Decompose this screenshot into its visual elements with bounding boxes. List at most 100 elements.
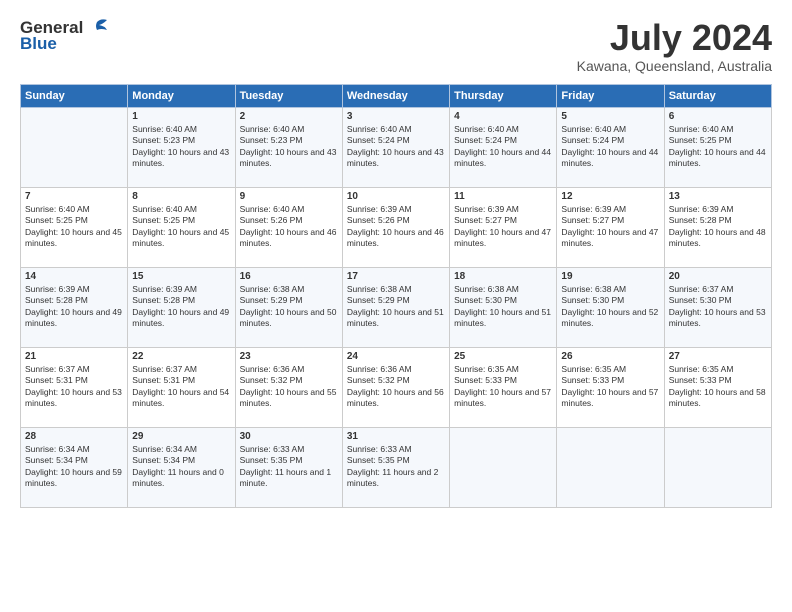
day-number: 25: [454, 351, 552, 362]
table-row: 17 Sunrise: 6:38 AMSunset: 5:29 PMDayligh…: [342, 267, 449, 347]
table-row: 21 Sunrise: 6:37 AMSunset: 5:31 PMDayligh…: [21, 347, 128, 427]
day-info: Sunrise: 6:34 AMSunset: 5:34 PMDaylight:…: [132, 444, 230, 490]
day-info: Sunrise: 6:37 AMSunset: 5:31 PMDaylight:…: [25, 364, 123, 410]
day-number: 7: [25, 191, 123, 202]
header-sunday: Sunday: [21, 84, 128, 107]
table-row: 9 Sunrise: 6:40 AMSunset: 5:26 PMDaylight…: [235, 187, 342, 267]
day-number: 13: [669, 191, 767, 202]
calendar-week-row: 1 Sunrise: 6:40 AMSunset: 5:23 PMDaylight…: [21, 107, 772, 187]
table-row: 30 Sunrise: 6:33 AMSunset: 5:35 PMDayligh…: [235, 427, 342, 507]
header-thursday: Thursday: [450, 84, 557, 107]
day-number: 21: [25, 351, 123, 362]
day-info: Sunrise: 6:36 AMSunset: 5:32 PMDaylight:…: [347, 364, 445, 410]
calendar-table: Sunday Monday Tuesday Wednesday Thursday…: [20, 84, 772, 508]
day-info: Sunrise: 6:35 AMSunset: 5:33 PMDaylight:…: [669, 364, 767, 410]
table-row: 1 Sunrise: 6:40 AMSunset: 5:23 PMDaylight…: [128, 107, 235, 187]
day-number: 26: [561, 351, 659, 362]
day-number: 22: [132, 351, 230, 362]
calendar-week-row: 14 Sunrise: 6:39 AMSunset: 5:28 PMDayligh…: [21, 267, 772, 347]
day-info: Sunrise: 6:33 AMSunset: 5:35 PMDaylight:…: [347, 444, 445, 490]
table-row: 28 Sunrise: 6:34 AMSunset: 5:34 PMDayligh…: [21, 427, 128, 507]
day-info: Sunrise: 6:40 AMSunset: 5:25 PMDaylight:…: [132, 204, 230, 250]
header: General Blue July 2024 Kawana, Queenslan…: [20, 18, 772, 74]
table-row: 19 Sunrise: 6:38 AMSunset: 5:30 PMDayligh…: [557, 267, 664, 347]
day-number: 12: [561, 191, 659, 202]
table-row: 11 Sunrise: 6:39 AMSunset: 5:27 PMDayligh…: [450, 187, 557, 267]
logo: General Blue: [20, 18, 109, 54]
day-info: Sunrise: 6:40 AMSunset: 5:24 PMDaylight:…: [561, 124, 659, 170]
table-row: 26 Sunrise: 6:35 AMSunset: 5:33 PMDayligh…: [557, 347, 664, 427]
day-number: 2: [240, 111, 338, 122]
logo-blue-text: Blue: [20, 34, 57, 54]
day-info: Sunrise: 6:39 AMSunset: 5:27 PMDaylight:…: [561, 204, 659, 250]
day-info: Sunrise: 6:38 AMSunset: 5:29 PMDaylight:…: [240, 284, 338, 330]
month-year-title: July 2024: [577, 18, 772, 58]
day-info: Sunrise: 6:39 AMSunset: 5:28 PMDaylight:…: [132, 284, 230, 330]
table-row: 8Sunrise: 6:40 AMSunset: 5:25 PMDaylight…: [128, 187, 235, 267]
day-number: 23: [240, 351, 338, 362]
day-info: Sunrise: 6:40 AMSunset: 5:24 PMDaylight:…: [347, 124, 445, 170]
header-monday: Monday: [128, 84, 235, 107]
day-info: Sunrise: 6:36 AMSunset: 5:32 PMDaylight:…: [240, 364, 338, 410]
day-number: 20: [669, 271, 767, 282]
calendar-week-row: 28 Sunrise: 6:34 AMSunset: 5:34 PMDayligh…: [21, 427, 772, 507]
day-info: Sunrise: 6:40 AMSunset: 5:24 PMDaylight:…: [454, 124, 552, 170]
header-row: Sunday Monday Tuesday Wednesday Thursday…: [21, 84, 772, 107]
day-number: 6: [669, 111, 767, 122]
day-info: Sunrise: 6:33 AMSunset: 5:35 PMDaylight:…: [240, 444, 338, 490]
day-number: 14: [25, 271, 123, 282]
day-number: 19: [561, 271, 659, 282]
table-row: 16 Sunrise: 6:38 AMSunset: 5:29 PMDayligh…: [235, 267, 342, 347]
day-number: 3: [347, 111, 445, 122]
day-info: Sunrise: 6:34 AMSunset: 5:34 PMDaylight:…: [25, 444, 123, 490]
day-number: 5: [561, 111, 659, 122]
header-wednesday: Wednesday: [342, 84, 449, 107]
table-row: 24 Sunrise: 6:36 AMSunset: 5:32 PMDayligh…: [342, 347, 449, 427]
day-number: 1: [132, 111, 230, 122]
calendar-page: General Blue July 2024 Kawana, Queenslan…: [0, 0, 792, 612]
day-info: Sunrise: 6:38 AMSunset: 5:30 PMDaylight:…: [454, 284, 552, 330]
day-number: 11: [454, 191, 552, 202]
day-number: 10: [347, 191, 445, 202]
day-number: 30: [240, 431, 338, 442]
day-number: 24: [347, 351, 445, 362]
day-number: 9: [240, 191, 338, 202]
table-row: 5 Sunrise: 6:40 AMSunset: 5:24 PMDaylight…: [557, 107, 664, 187]
day-number: 29: [132, 431, 230, 442]
day-info: Sunrise: 6:40 AMSunset: 5:26 PMDaylight:…: [240, 204, 338, 250]
calendar-week-row: 21 Sunrise: 6:37 AMSunset: 5:31 PMDayligh…: [21, 347, 772, 427]
day-info: Sunrise: 6:38 AMSunset: 5:29 PMDaylight:…: [347, 284, 445, 330]
header-tuesday: Tuesday: [235, 84, 342, 107]
table-row: 31 Sunrise: 6:33 AMSunset: 5:35 PMDayligh…: [342, 427, 449, 507]
calendar-week-row: 7 Sunrise: 6:40 AMSunset: 5:25 PMDaylight…: [21, 187, 772, 267]
table-row: 14 Sunrise: 6:39 AMSunset: 5:28 PMDayligh…: [21, 267, 128, 347]
day-info: Sunrise: 6:40 AMSunset: 5:23 PMDaylight:…: [132, 124, 230, 170]
table-row: 15Sunrise: 6:39 AMSunset: 5:28 PMDayligh…: [128, 267, 235, 347]
table-row: 23 Sunrise: 6:36 AMSunset: 5:32 PMDayligh…: [235, 347, 342, 427]
table-row: 3 Sunrise: 6:40 AMSunset: 5:24 PMDaylight…: [342, 107, 449, 187]
day-info: Sunrise: 6:37 AMSunset: 5:30 PMDaylight:…: [669, 284, 767, 330]
table-row: 27Sunrise: 6:35 AMSunset: 5:33 PMDayligh…: [664, 347, 771, 427]
day-info: Sunrise: 6:35 AMSunset: 5:33 PMDaylight:…: [454, 364, 552, 410]
day-info: Sunrise: 6:37 AMSunset: 5:31 PMDaylight:…: [132, 364, 230, 410]
day-number: 31: [347, 431, 445, 442]
day-info: Sunrise: 6:39 AMSunset: 5:26 PMDaylight:…: [347, 204, 445, 250]
day-info: Sunrise: 6:40 AMSunset: 5:25 PMDaylight:…: [669, 124, 767, 170]
day-info: Sunrise: 6:39 AMSunset: 5:28 PMDaylight:…: [25, 284, 123, 330]
day-info: Sunrise: 6:38 AMSunset: 5:30 PMDaylight:…: [561, 284, 659, 330]
table-row: 18Sunrise: 6:38 AMSunset: 5:30 PMDayligh…: [450, 267, 557, 347]
table-row: 7 Sunrise: 6:40 AMSunset: 5:25 PMDaylight…: [21, 187, 128, 267]
day-info: Sunrise: 6:40 AMSunset: 5:25 PMDaylight:…: [25, 204, 123, 250]
day-number: 17: [347, 271, 445, 282]
table-row: 29 Sunrise: 6:34 AMSunset: 5:34 PMDayligh…: [128, 427, 235, 507]
logo-bird-icon: [87, 18, 109, 38]
day-info: Sunrise: 6:39 AMSunset: 5:27 PMDaylight:…: [454, 204, 552, 250]
table-row: [21, 107, 128, 187]
day-info: Sunrise: 6:35 AMSunset: 5:33 PMDaylight:…: [561, 364, 659, 410]
table-row: [557, 427, 664, 507]
day-number: 16: [240, 271, 338, 282]
table-row: 12 Sunrise: 6:39 AMSunset: 5:27 PMDayligh…: [557, 187, 664, 267]
table-row: [450, 427, 557, 507]
day-number: 28: [25, 431, 123, 442]
header-friday: Friday: [557, 84, 664, 107]
